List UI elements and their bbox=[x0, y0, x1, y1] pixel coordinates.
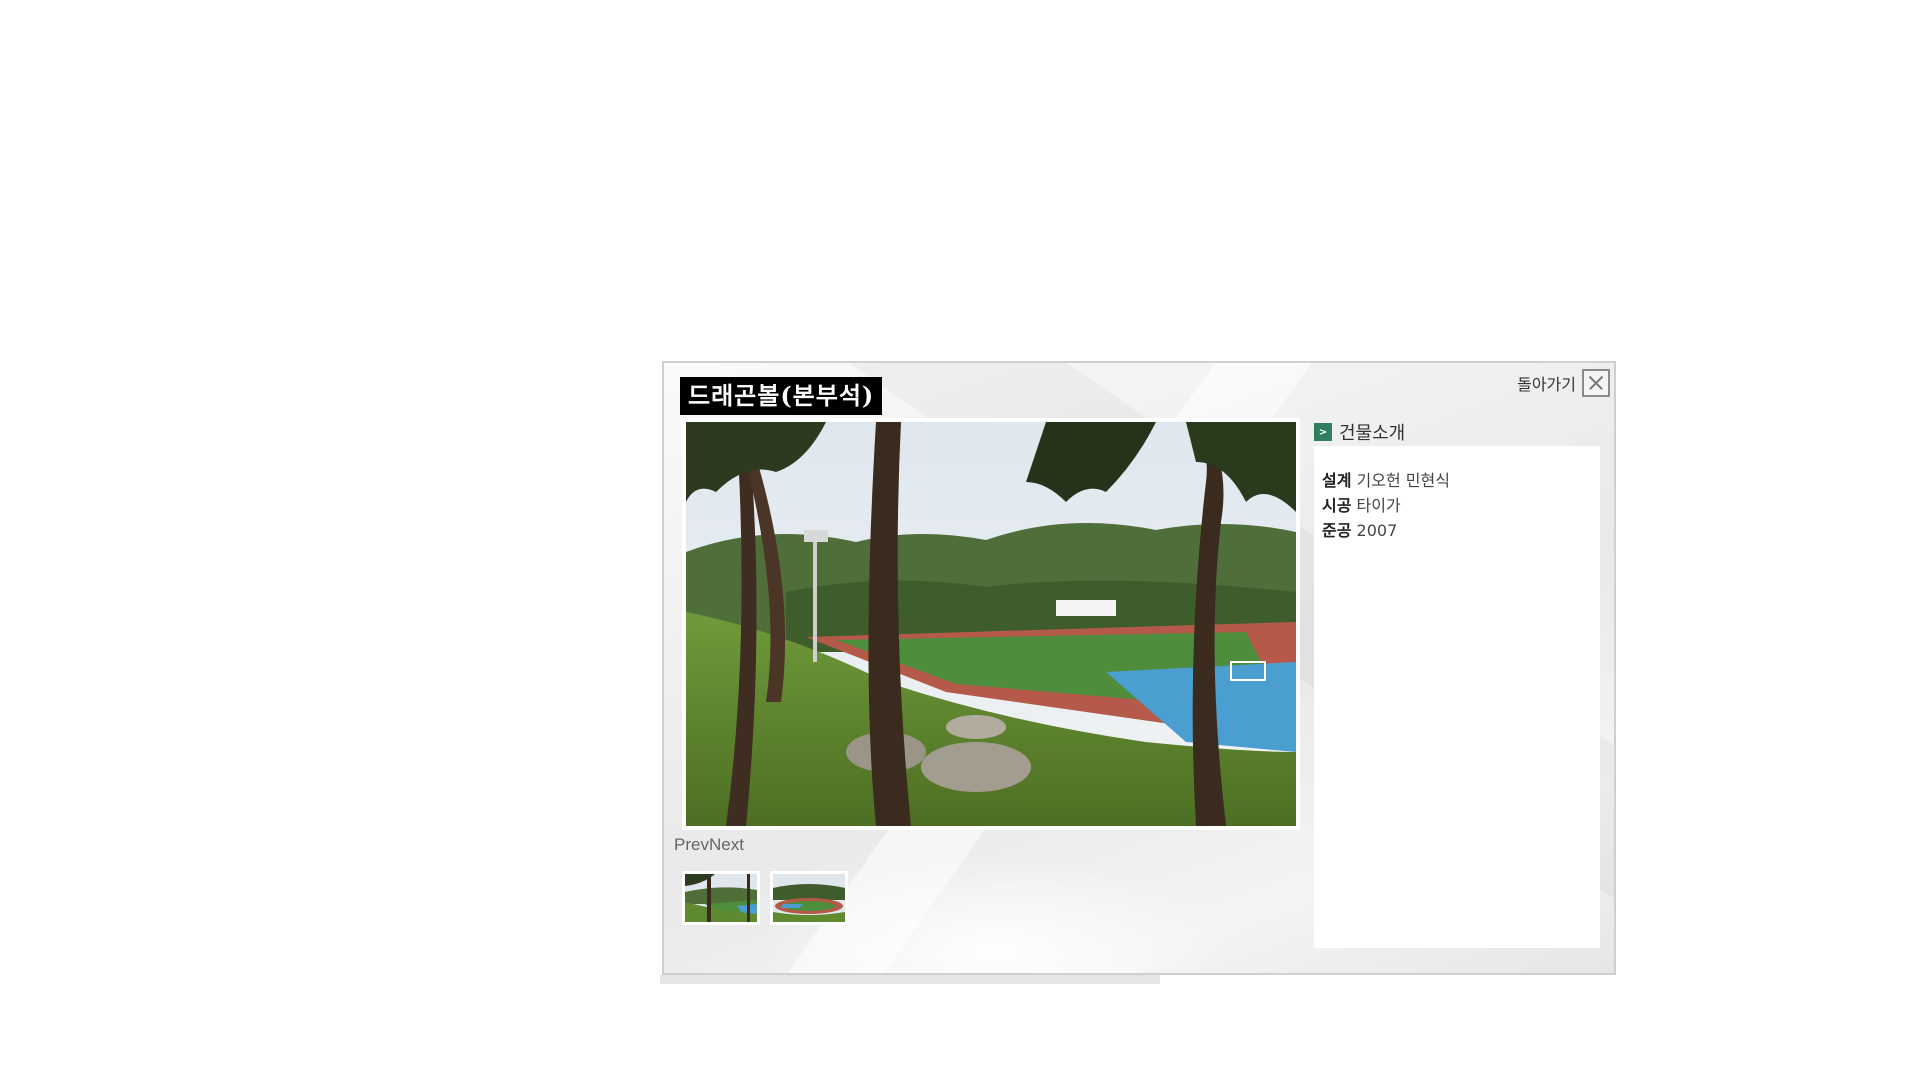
info-row-construction: 시공 타이가 bbox=[1322, 493, 1592, 518]
prev-link[interactable]: Prev bbox=[674, 835, 709, 854]
info-heading: > 건물소개 bbox=[1314, 419, 1405, 445]
info-value: 기오헌 민현식 bbox=[1356, 471, 1450, 490]
info-heading-label: 건물소개 bbox=[1339, 423, 1406, 444]
info-label: 준공 bbox=[1322, 521, 1352, 540]
back-button[interactable]: 돌아가기 bbox=[1517, 369, 1610, 397]
prev-next-nav: PrevNext bbox=[674, 835, 744, 855]
next-link[interactable]: Next bbox=[709, 835, 744, 854]
main-photo-frame bbox=[682, 418, 1300, 830]
info-row-completion: 준공 2007 bbox=[1322, 518, 1592, 543]
back-label: 돌아가기 bbox=[1517, 375, 1576, 394]
info-panel: 설계 기오헌 민현식 시공 타이가 준공 2007 bbox=[1314, 446, 1600, 948]
thumbnail-strip bbox=[682, 871, 848, 925]
arrow-right-icon: > bbox=[1314, 423, 1332, 441]
info-label: 시공 bbox=[1322, 496, 1352, 515]
main-photo bbox=[686, 422, 1296, 826]
dialog-title: 드래곤볼(본부석) bbox=[680, 377, 883, 415]
info-value: 2007 bbox=[1356, 521, 1398, 540]
dialog-shadow bbox=[660, 975, 1160, 984]
thumbnail-1[interactable] bbox=[682, 871, 760, 925]
info-row-design: 설계 기오헌 민현식 bbox=[1322, 468, 1592, 493]
info-label: 설계 bbox=[1322, 471, 1352, 490]
close-icon[interactable] bbox=[1582, 369, 1610, 397]
info-value: 타이가 bbox=[1356, 496, 1401, 515]
building-detail-dialog: 드래곤볼(본부석) 돌아가기 PrevNext > 건물소개 설계 기오헌 민현… bbox=[662, 361, 1616, 975]
thumbnail-2[interactable] bbox=[770, 871, 848, 925]
